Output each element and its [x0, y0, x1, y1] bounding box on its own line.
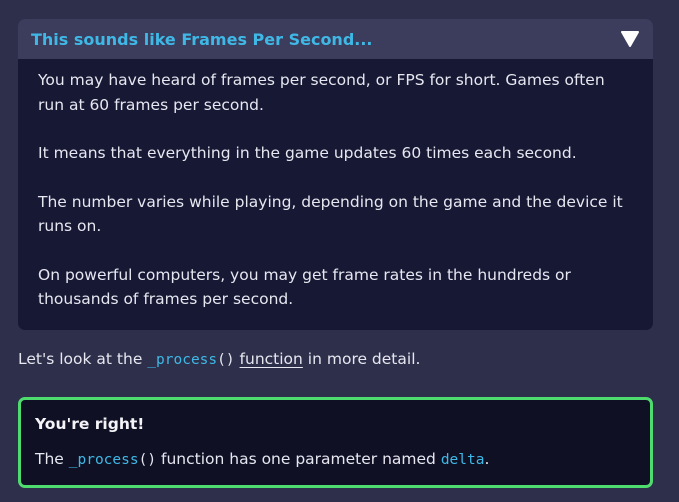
frames-per-second-callout: This sounds like Frames Per Second... Yo… — [18, 19, 653, 330]
callout-paragraph: It means that everything in the game upd… — [38, 144, 577, 162]
quiz-feedback-box: You're right! The _process() function ha… — [18, 397, 653, 488]
intro-suffix: in more detail. — [302, 350, 421, 368]
callout-paragraph: You may have heard of frames per second,… — [38, 71, 605, 114]
process-code: _process() — [147, 352, 234, 368]
feedback-middle: function has one parameter named — [156, 450, 441, 468]
callout-paragraph: On powerful computers, you may get frame… — [38, 265, 571, 309]
feedback-process-code: _process() — [69, 452, 156, 468]
intro-prefix: Let's look at the — [18, 350, 148, 368]
delta-param-code: delta — [440, 452, 485, 468]
callout-body: You may have heard of frames per second,… — [18, 59, 653, 312]
callout-header[interactable]: This sounds like Frames Per Second... — [18, 19, 653, 59]
callout-paragraph: The number varies while playing, dependi… — [38, 192, 623, 236]
process-code-name: _process — [147, 352, 218, 368]
feedback-title: You're right! — [35, 415, 145, 433]
feedback-code-parens: () — [138, 452, 157, 468]
intro-text: Let's look at the _process() function in… — [18, 347, 420, 372]
callout-title: This sounds like Frames Per Second... — [31, 29, 373, 49]
chevron-down-icon[interactable] — [620, 29, 640, 49]
feedback-text: The _process() function has one paramete… — [35, 447, 636, 472]
process-code-parens: () — [217, 352, 235, 368]
feedback-prefix: The — [35, 450, 69, 468]
feedback-code-name: _process — [68, 452, 139, 468]
feedback-suffix: . — [484, 450, 490, 468]
function-glossary-link[interactable]: function — [240, 350, 303, 368]
